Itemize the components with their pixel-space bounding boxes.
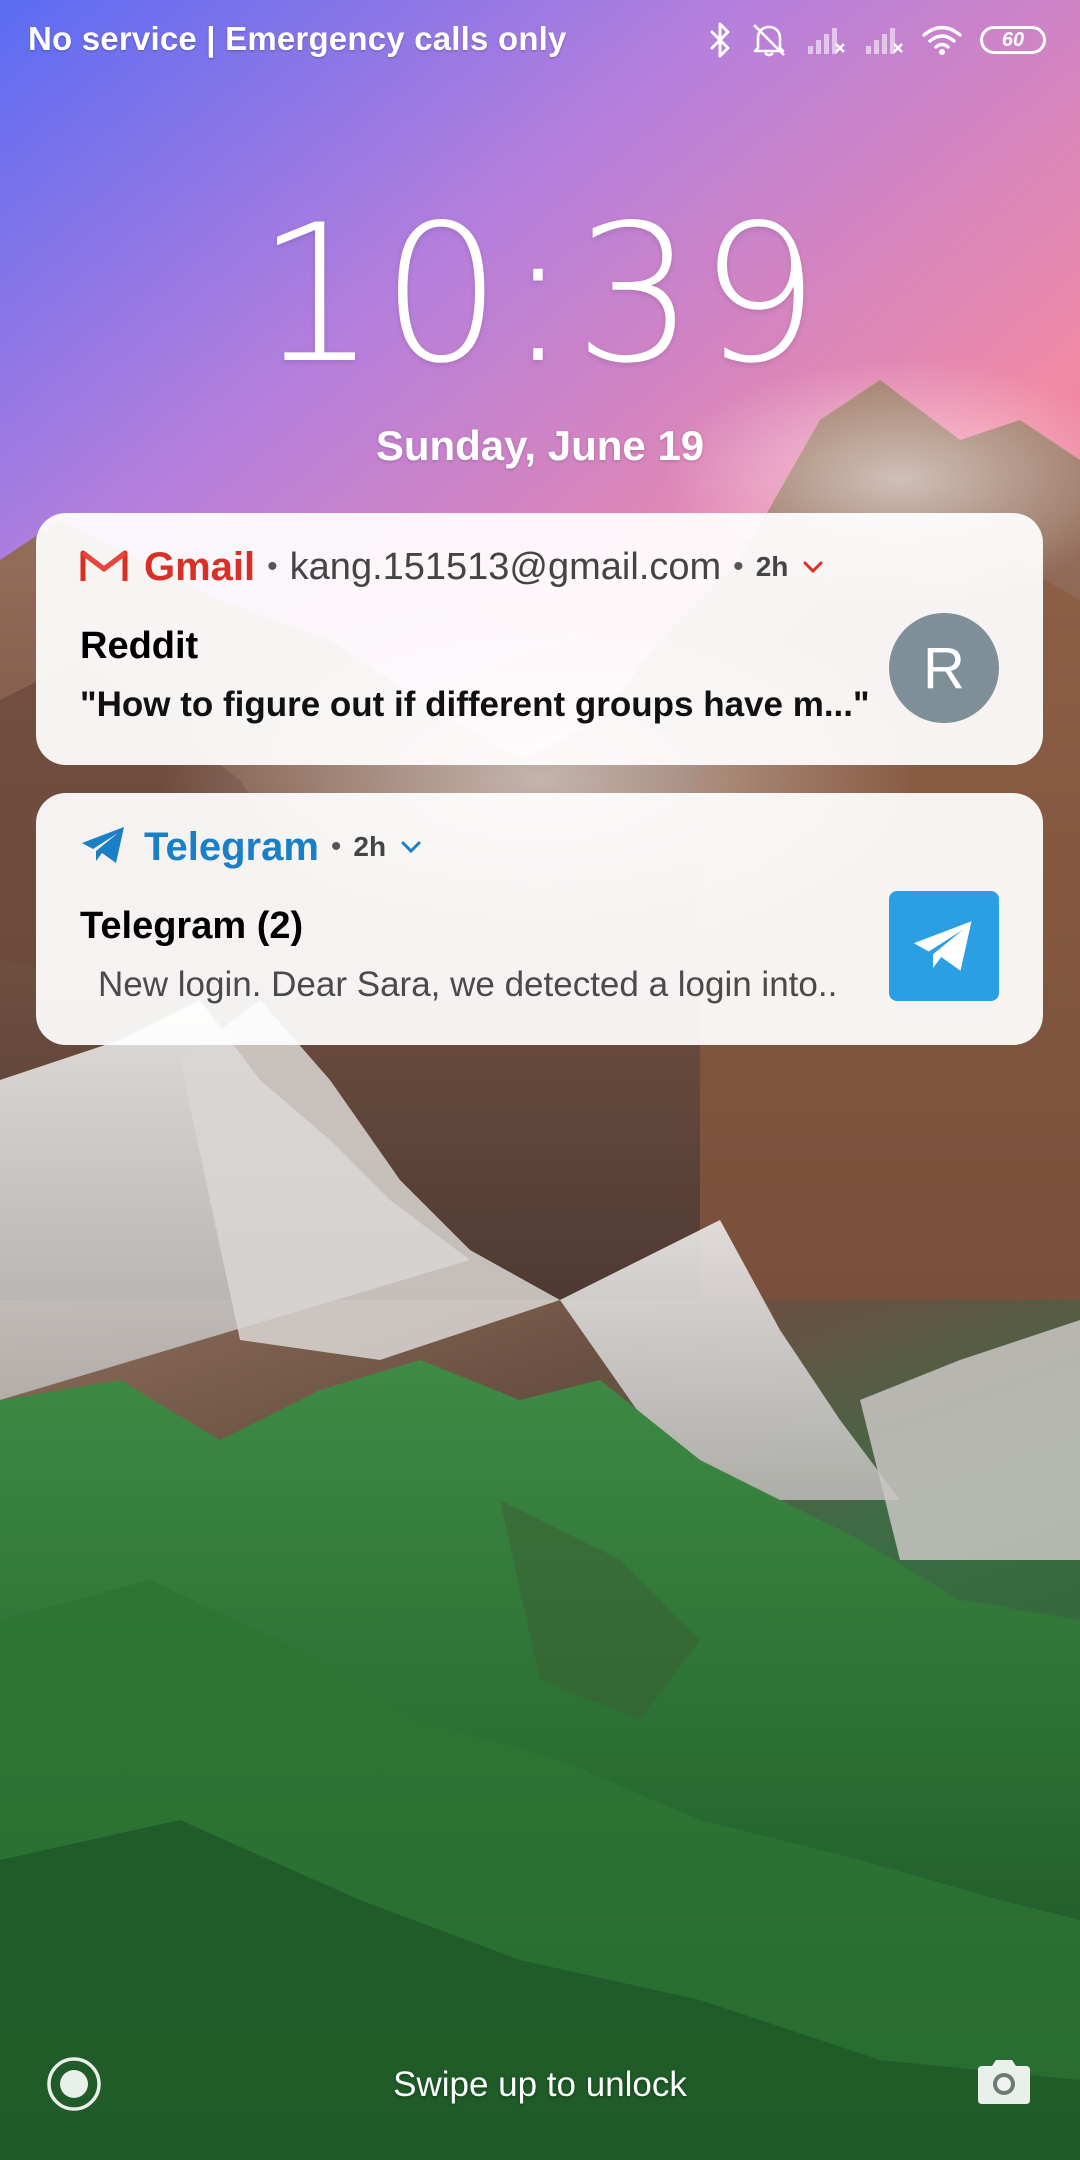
telegram-notification[interactable]: Telegram • 2h Telegram (2) New login. De…	[36, 793, 1043, 1045]
notification-account: kang.151513@gmail.com	[289, 545, 722, 588]
battery-level: 60	[1001, 28, 1025, 51]
carrier-status-text: No service | Emergency calls only	[28, 20, 567, 57]
separator-dot: •	[733, 550, 744, 583]
no-signal-icon	[806, 24, 846, 56]
notification-time: 2h	[755, 551, 789, 582]
separator-dot: •	[267, 550, 278, 583]
telegram-icon	[80, 825, 128, 870]
status-bar: No service | Emergency calls only 60	[0, 0, 1080, 80]
notification-text: New login. Dear Sara, we detected a logi…	[98, 965, 838, 1004]
chevron-down-icon[interactable]	[802, 560, 824, 574]
battery-icon: 60	[980, 26, 1046, 54]
notification-header: Gmail • kang.151513@gmail.com • 2h	[80, 539, 824, 595]
notification-header: Telegram • 2h	[80, 819, 422, 875]
camera-icon[interactable]	[974, 2056, 1034, 2108]
avatar: R	[889, 613, 999, 723]
gmail-notification[interactable]: Gmail • kang.151513@gmail.com • 2h Reddi…	[36, 513, 1043, 765]
notification-time: 2h	[353, 831, 387, 862]
silent-bell-icon	[750, 22, 788, 58]
chevron-down-icon[interactable]	[400, 840, 422, 854]
notification-title: Reddit	[80, 625, 199, 667]
gmail-icon	[80, 547, 128, 588]
notification-app-name: Telegram	[144, 824, 319, 869]
swipe-up-hint: Swipe up to unlock	[393, 2065, 687, 2104]
status-icons: 60	[708, 18, 1046, 62]
notification-text: "How to figure out if different groups h…	[80, 685, 870, 724]
avatar-letter: R	[923, 635, 965, 701]
telegram-large-icon	[889, 891, 999, 1001]
no-signal-icon	[864, 24, 904, 56]
bluetooth-icon	[708, 22, 732, 58]
wifi-icon	[922, 24, 962, 56]
lockscreen-date: Sunday, June 19	[375, 422, 705, 469]
notification-app-name: Gmail	[144, 544, 256, 589]
lockscreen-clock: 10:39	[256, 184, 824, 405]
notification-title: Telegram (2)	[80, 905, 304, 947]
separator-dot: •	[330, 830, 342, 863]
